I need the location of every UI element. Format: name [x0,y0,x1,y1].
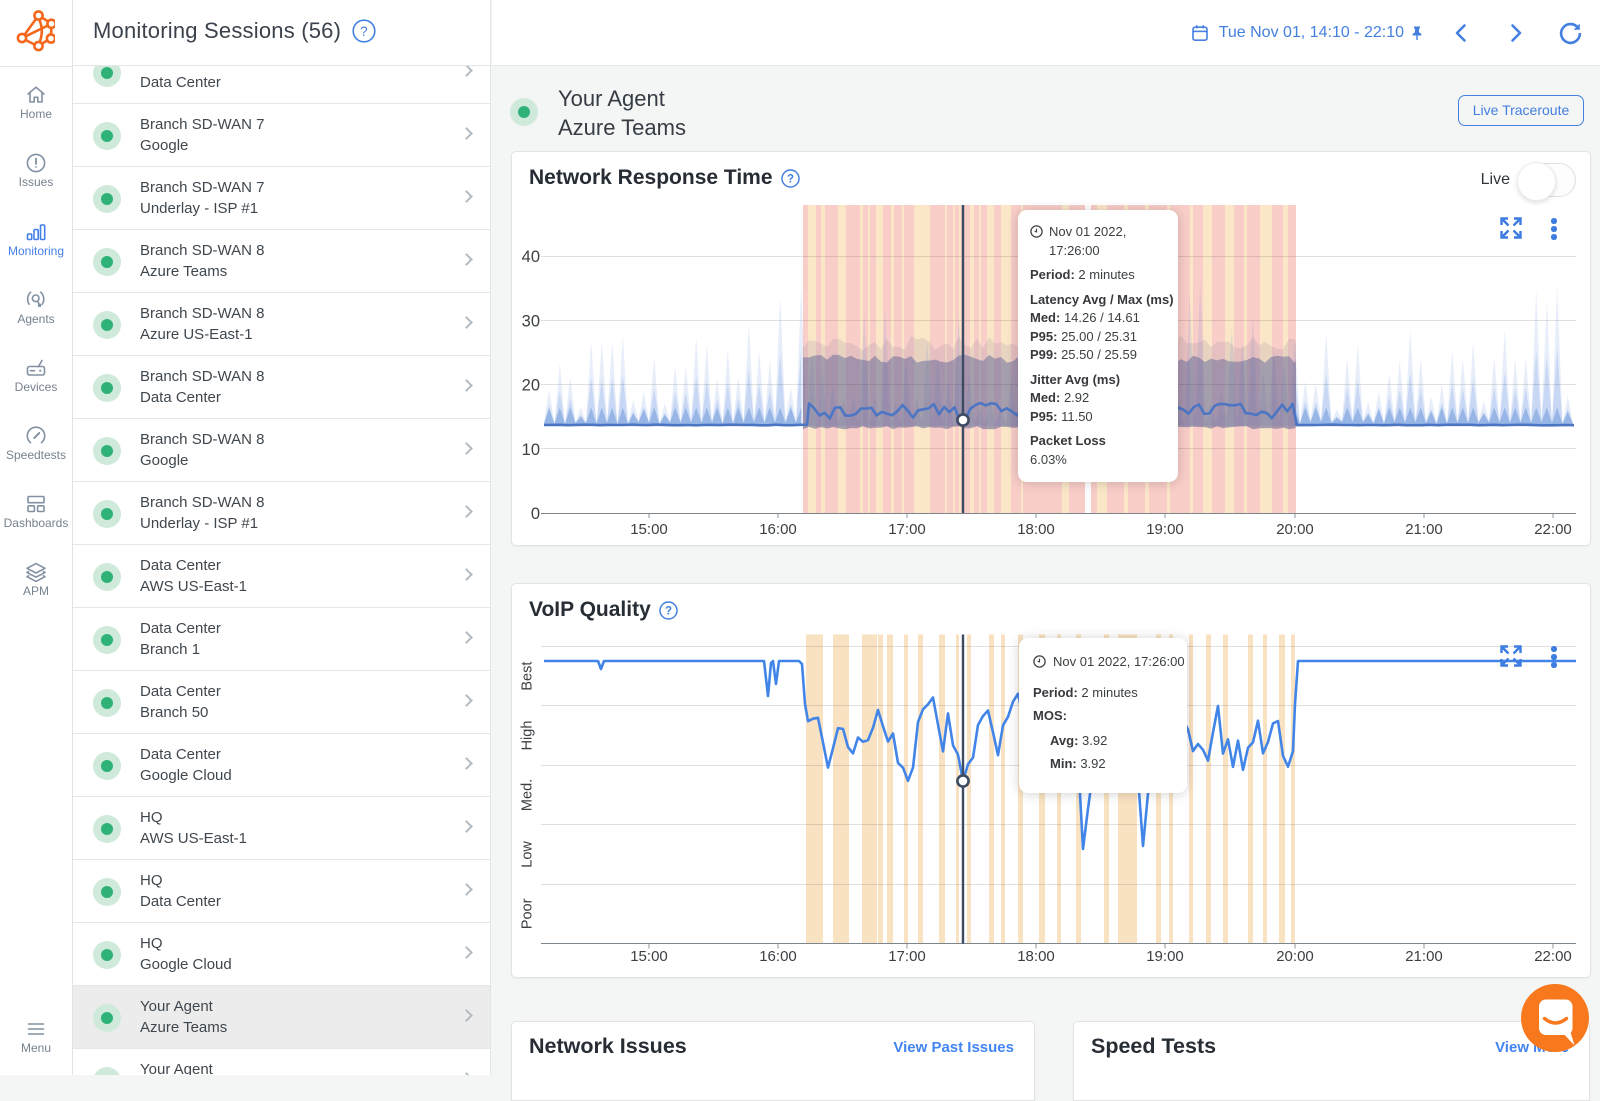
svg-text:0: 0 [531,505,540,523]
svg-text:17:00: 17:00 [888,948,926,965]
svg-text:10: 10 [522,441,540,459]
svg-text:20:00: 20:00 [1276,521,1314,538]
svg-text:Best: Best [520,662,536,691]
svg-text:19:00: 19:00 [1146,521,1184,538]
svg-text:17:00: 17:00 [888,521,926,538]
svg-text:Poor: Poor [520,898,536,929]
svg-text:High: High [520,721,536,751]
svg-text:16:00: 16:00 [759,521,797,538]
svg-text:15:00: 15:00 [630,948,668,965]
svg-text:Med.: Med. [520,779,536,811]
svg-text:20:00: 20:00 [1276,948,1314,965]
svg-text:18:00: 18:00 [1017,948,1055,965]
svg-text:21:00: 21:00 [1405,521,1443,538]
svg-text:?: ? [787,174,794,186]
svg-text:Low: Low [520,841,536,868]
svg-text:40: 40 [522,248,540,266]
svg-text:18:00: 18:00 [1017,521,1055,538]
svg-text:16:00: 16:00 [759,948,797,965]
svg-text:21:00: 21:00 [1405,948,1443,965]
svg-text:20: 20 [522,377,540,395]
svg-text:22:00: 22:00 [1534,521,1572,538]
svg-text:?: ? [665,606,672,618]
svg-text:?: ? [361,23,369,38]
svg-text:15:00: 15:00 [630,521,668,538]
svg-text:19:00: 19:00 [1146,948,1184,965]
svg-text:30: 30 [522,312,540,330]
svg-text:22:00: 22:00 [1534,948,1572,965]
